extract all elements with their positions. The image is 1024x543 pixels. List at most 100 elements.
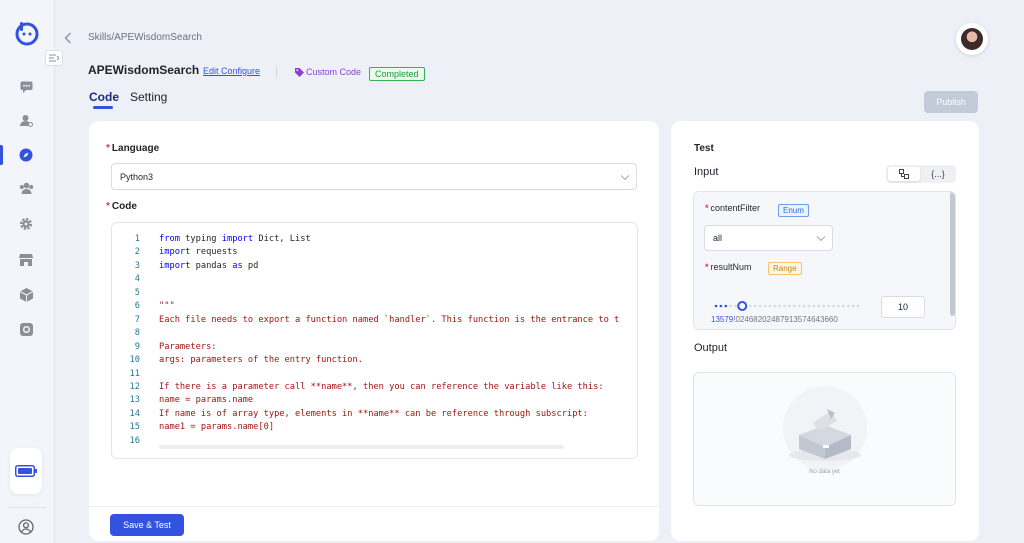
language-value: Python3	[120, 171, 154, 182]
breadcrumb[interactable]: Skills/APEWisdomSearch	[88, 32, 202, 43]
output-area: No data yet	[693, 372, 956, 506]
language-label: * Language	[106, 143, 159, 154]
enum-tag: Enum	[778, 204, 809, 217]
avatar-image	[961, 28, 983, 50]
code-line: 11	[112, 369, 140, 382]
code-editor[interactable]: 1 from typing import Dict, List 2 import re…	[111, 222, 638, 459]
content-filter-label-text: contentFilter	[710, 203, 761, 213]
code-line: 13 name = params.name	[112, 395, 254, 408]
input-mode-toggle: {...}	[886, 165, 956, 183]
code-text: import requests	[159, 247, 238, 258]
code-text: If there is a parameter call **name**, t…	[159, 381, 604, 392]
custom-code-tag: Custom Code	[295, 67, 361, 77]
line-number: 12	[129, 381, 140, 392]
code-line: 14 If name is of array type, elements in …	[112, 409, 588, 422]
code-line: 6 """	[112, 301, 175, 314]
empty-box-icon	[783, 386, 867, 470]
chevron-down-icon	[816, 232, 826, 242]
settings-gear-icon[interactable]	[18, 216, 34, 232]
code-line: 8	[112, 328, 140, 341]
slider-dot	[842, 304, 845, 308]
slider-dot	[788, 304, 791, 308]
line-number: 5	[134, 287, 140, 298]
json-mode-icon[interactable]: {...}	[922, 167, 954, 181]
code-line: 2 import requests	[112, 247, 238, 260]
code-text: If name is of array type, elements in **…	[159, 408, 588, 419]
slider-dot	[807, 304, 811, 308]
range-tag: Range	[768, 262, 802, 275]
slider-dot	[832, 304, 835, 308]
code-line: 10 args: parameters of the entry function…	[112, 355, 363, 368]
footer-divider	[89, 506, 659, 507]
account-icon[interactable]	[18, 519, 34, 535]
input-form: * contentFilter Enum all * resultNum Range…	[693, 191, 956, 330]
line-number: 15	[129, 422, 140, 433]
test-heading: Test	[694, 143, 714, 154]
line-number: 7	[134, 314, 140, 325]
code-text: from typing import Dict, List	[159, 234, 311, 244]
slider-handle[interactable]	[737, 301, 748, 311]
package-icon[interactable]	[18, 287, 34, 303]
battery-widget[interactable]	[10, 448, 42, 494]
code-text: args: parameters of the entry function.	[159, 355, 363, 366]
store-icon[interactable]	[18, 252, 34, 268]
slider-dot	[768, 304, 772, 308]
result-num-input[interactable]: 10	[881, 296, 925, 318]
result-num-label: * resultNum	[705, 262, 752, 272]
required-mark: *	[106, 143, 110, 154]
tab-setting[interactable]: Setting	[130, 90, 167, 104]
code-line: 7 Each file needs to export a function na…	[112, 314, 620, 328]
line-number: 10	[129, 355, 140, 366]
horizontal-scrollbar[interactable]	[159, 445, 564, 449]
chat-icon[interactable]	[18, 79, 34, 95]
slider-dot	[827, 304, 830, 308]
back-chevron-icon[interactable]	[64, 31, 72, 47]
team-icon[interactable]	[18, 180, 34, 196]
slider-dot	[719, 304, 723, 308]
app-logo[interactable]	[14, 20, 40, 46]
active-nav-indicator	[0, 145, 3, 165]
slider-dot	[851, 304, 855, 308]
slider-dot	[846, 304, 850, 308]
language-select[interactable]: Python3	[111, 163, 637, 190]
slider-dot	[763, 304, 767, 308]
slider-dot	[729, 304, 732, 308]
input-heading: Input	[694, 166, 719, 178]
save-test-button[interactable]: Save & Test	[110, 514, 184, 536]
vertical-scrollbar[interactable]	[950, 192, 955, 316]
line-number: 16	[129, 435, 140, 446]
header-divider	[276, 66, 277, 78]
code-label: * Code	[106, 201, 137, 212]
content-filter-select[interactable]: all	[704, 225, 833, 251]
content-filter-value: all	[713, 233, 723, 243]
code-text: """	[159, 301, 175, 312]
code-text: Parameters:	[159, 341, 217, 352]
code-panel: * Language Python3 * Code 1 from typing imp…	[89, 121, 659, 541]
line-number: 1	[134, 234, 140, 244]
slider-dot	[802, 304, 806, 308]
line-number: 2	[134, 247, 140, 258]
slider-dot	[714, 304, 718, 308]
required-mark: *	[106, 201, 110, 212]
code-line: 16	[112, 436, 140, 449]
code-text: import pandas as pd	[159, 260, 259, 271]
line-number: 6	[134, 301, 140, 312]
edit-configure-link[interactable]: Edit Configure	[203, 66, 260, 76]
plugin-settings-icon[interactable]	[18, 321, 34, 337]
code-line: 1 from typing import Dict, List	[112, 234, 311, 247]
user-avatar[interactable]	[956, 23, 988, 55]
tab-code[interactable]: Code	[89, 90, 119, 104]
slider-dot	[856, 304, 860, 308]
result-num-slider[interactable]	[714, 301, 860, 311]
battery-icon	[15, 465, 37, 477]
skills-compass-icon[interactable]	[18, 147, 34, 163]
status-badge: Completed	[369, 67, 425, 81]
output-heading: Output	[694, 342, 728, 354]
agent-user-icon[interactable]	[18, 112, 34, 128]
line-number: 13	[129, 395, 140, 406]
code-line: 15 name1 = params.name[0]	[112, 422, 275, 435]
publish-button[interactable]: Publish	[924, 91, 978, 113]
sidebar-collapse-icon[interactable]	[45, 50, 63, 66]
form-mode-icon[interactable]	[888, 167, 920, 181]
slider-dot	[753, 304, 757, 308]
